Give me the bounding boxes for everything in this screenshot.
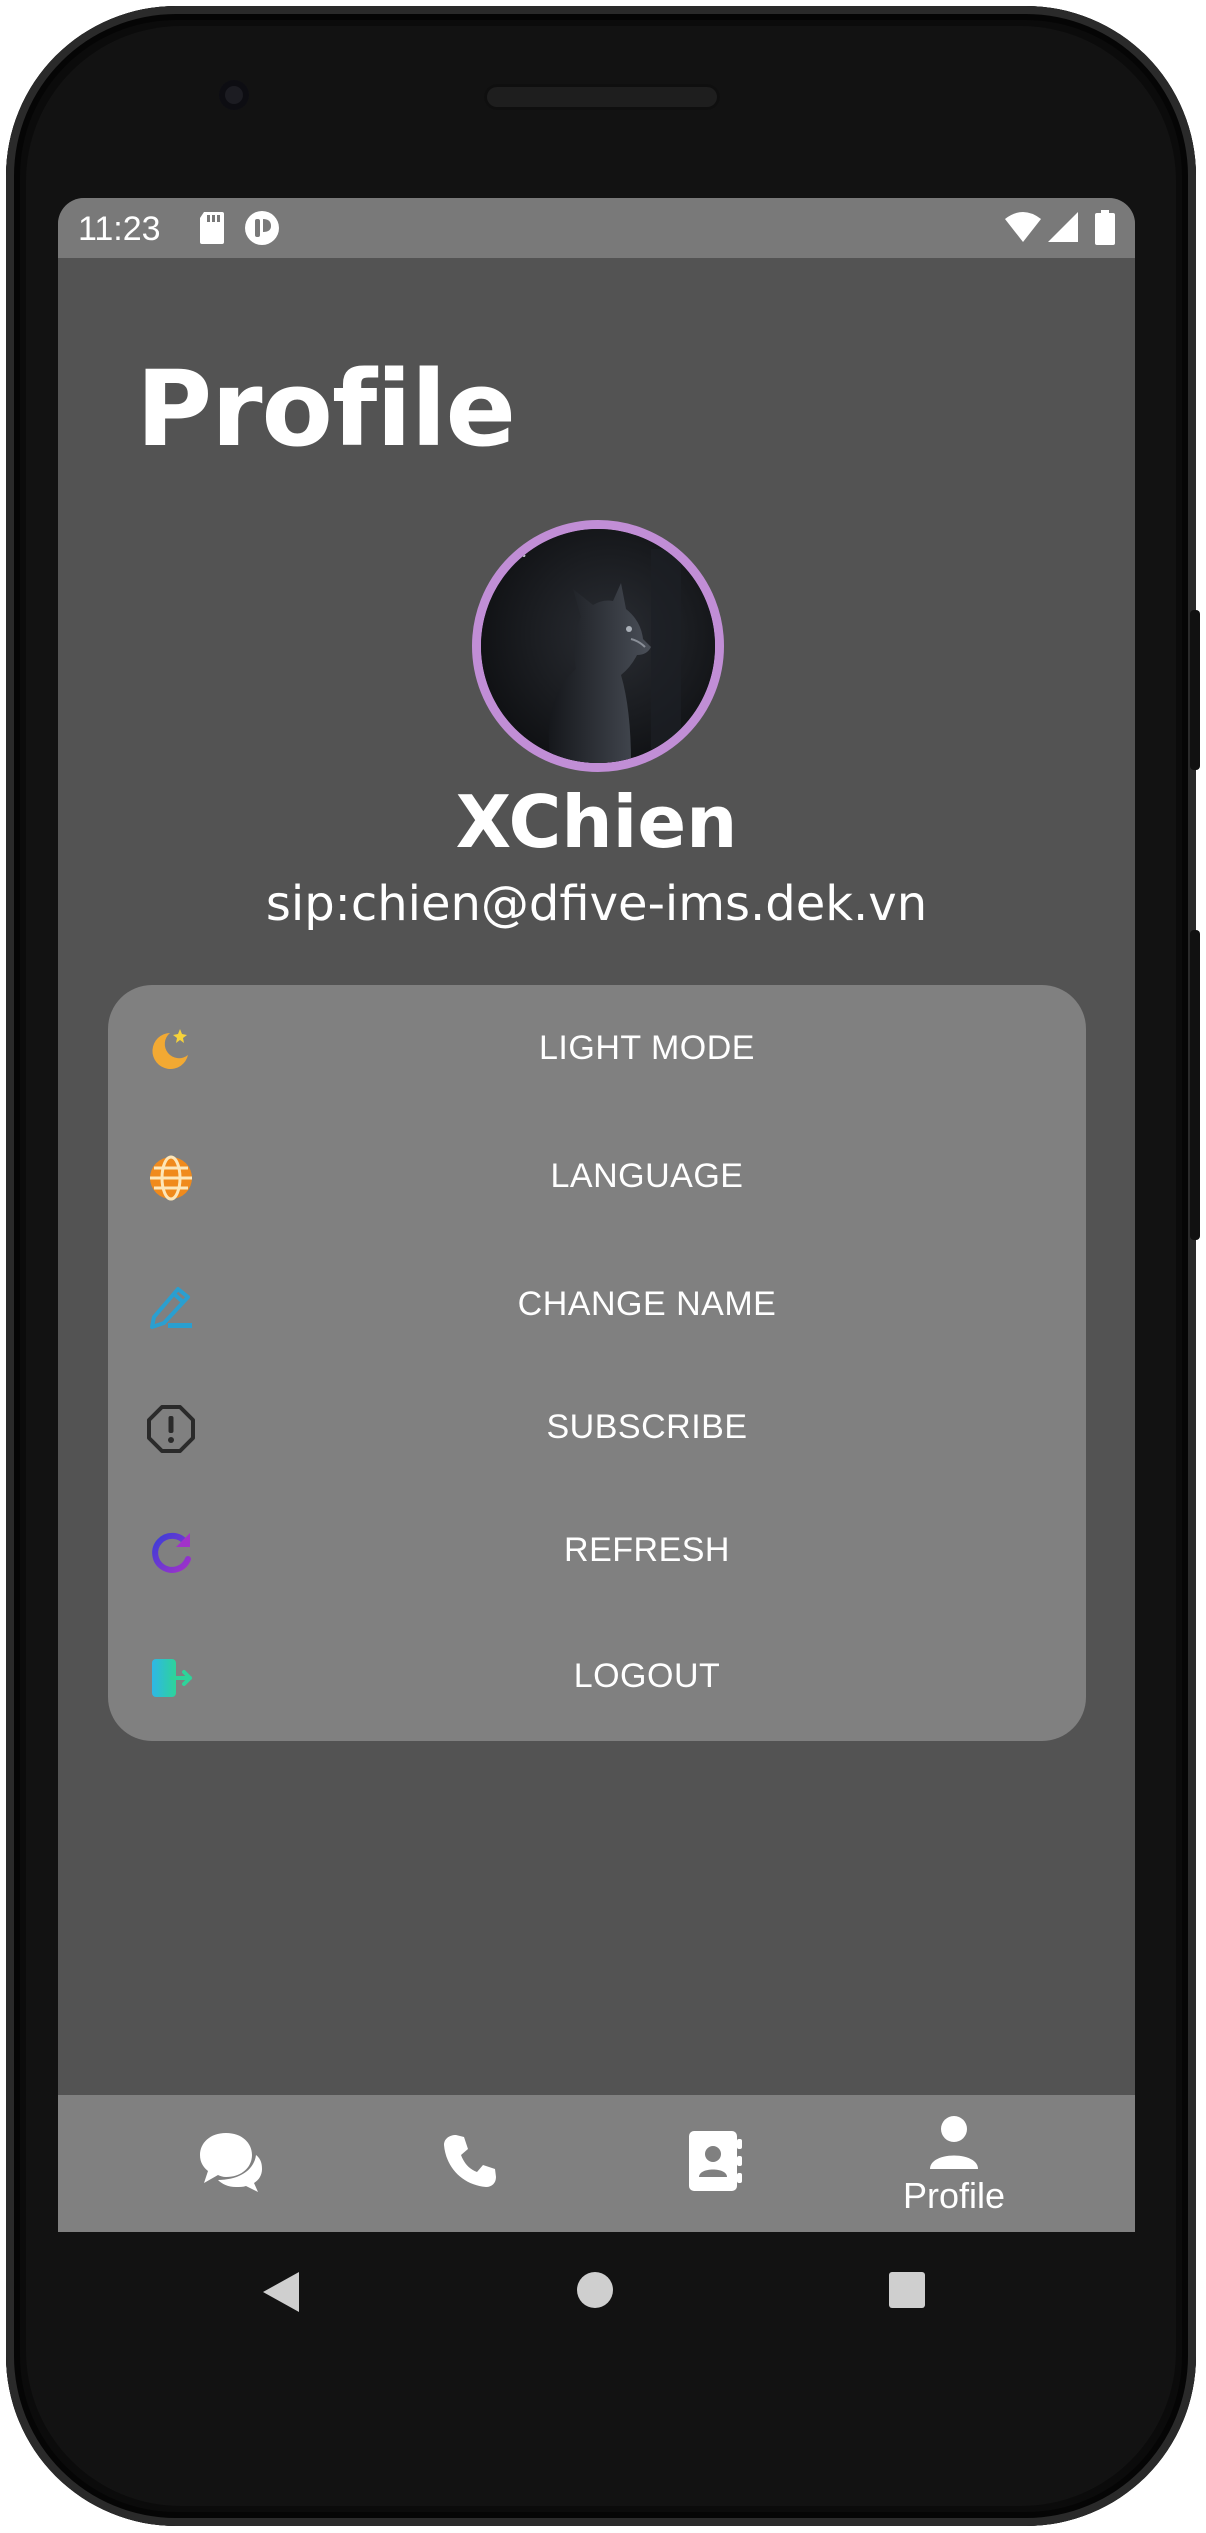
menu-item-language[interactable]: LANGUAGE <box>108 1133 1086 1223</box>
signal-icon <box>1048 212 1078 242</box>
nav-tab-calls[interactable] <box>354 2095 594 2232</box>
back-icon[interactable] <box>261 2270 301 2314</box>
menu-item-logout[interactable]: LOGOUT <box>108 1633 1086 1723</box>
alert-octagon-icon <box>147 1405 195 1453</box>
menu-label: LIGHT MODE <box>539 1029 755 1067</box>
wifi-icon <box>1005 212 1041 242</box>
menu-item-light-mode[interactable]: LIGHT MODE <box>108 1005 1086 1095</box>
recents-icon[interactable] <box>887 2270 927 2310</box>
globe-icon <box>150 1155 192 1201</box>
menu-label: LANGUAGE <box>550 1157 744 1195</box>
earpiece-speaker <box>484 84 720 110</box>
display-name: XChien <box>455 780 738 864</box>
moon-star-icon <box>152 1029 188 1069</box>
chat-icon <box>200 2133 262 2192</box>
status-bar: 11:23 <box>58 198 1135 258</box>
person-icon <box>930 2116 978 2169</box>
avatar[interactable]: • <box>472 520 724 772</box>
battery-icon <box>1095 210 1115 245</box>
menu-label: LOGOUT <box>573 1657 721 1695</box>
system-navigation-bar <box>58 2232 1135 2362</box>
menu-label: SUBSCRIBE <box>546 1408 748 1446</box>
menu-item-refresh[interactable]: REFRESH <box>108 1507 1086 1597</box>
svg-text:•: • <box>521 551 527 562</box>
contacts-icon <box>689 2131 742 2191</box>
nav-tab-contacts[interactable] <box>593 2095 833 2232</box>
status-time: 11:23 <box>78 210 161 248</box>
app-notification-icon <box>245 211 279 245</box>
sip-address: sip:chien@dfive-ims.dek.vn <box>265 876 928 932</box>
menu-item-subscribe[interactable]: SUBSCRIBE <box>108 1384 1086 1474</box>
app-screen: 11:23 Profile • XChien sip:chien@dfive-i… <box>58 198 1135 2232</box>
bottom-navigation: Profile <box>58 2095 1135 2232</box>
pencil-icon <box>150 1287 192 1329</box>
power-button <box>1190 610 1200 770</box>
page-title: Profile <box>136 348 516 470</box>
menu-label: REFRESH <box>564 1531 730 1569</box>
logout-icon <box>152 1659 192 1697</box>
front-camera <box>219 80 249 110</box>
menu-label: CHANGE NAME <box>517 1285 777 1323</box>
settings-card: LIGHT MODE LANGUAGE CHANGE NAME SUBSCRIB… <box>108 985 1086 1741</box>
volume-button <box>1190 930 1200 1240</box>
sd-card-icon <box>200 212 224 244</box>
refresh-icon <box>152 1532 191 1573</box>
phone-icon <box>444 2135 496 2187</box>
cat-photo: • <box>481 529 715 763</box>
nav-label-profile: Profile <box>902 2175 1006 2216</box>
nav-tab-profile[interactable]: Profile <box>834 2095 1074 2232</box>
home-icon[interactable] <box>575 2270 615 2310</box>
menu-item-change-name[interactable]: CHANGE NAME <box>108 1261 1086 1351</box>
nav-tab-chats[interactable] <box>113 2095 353 2232</box>
